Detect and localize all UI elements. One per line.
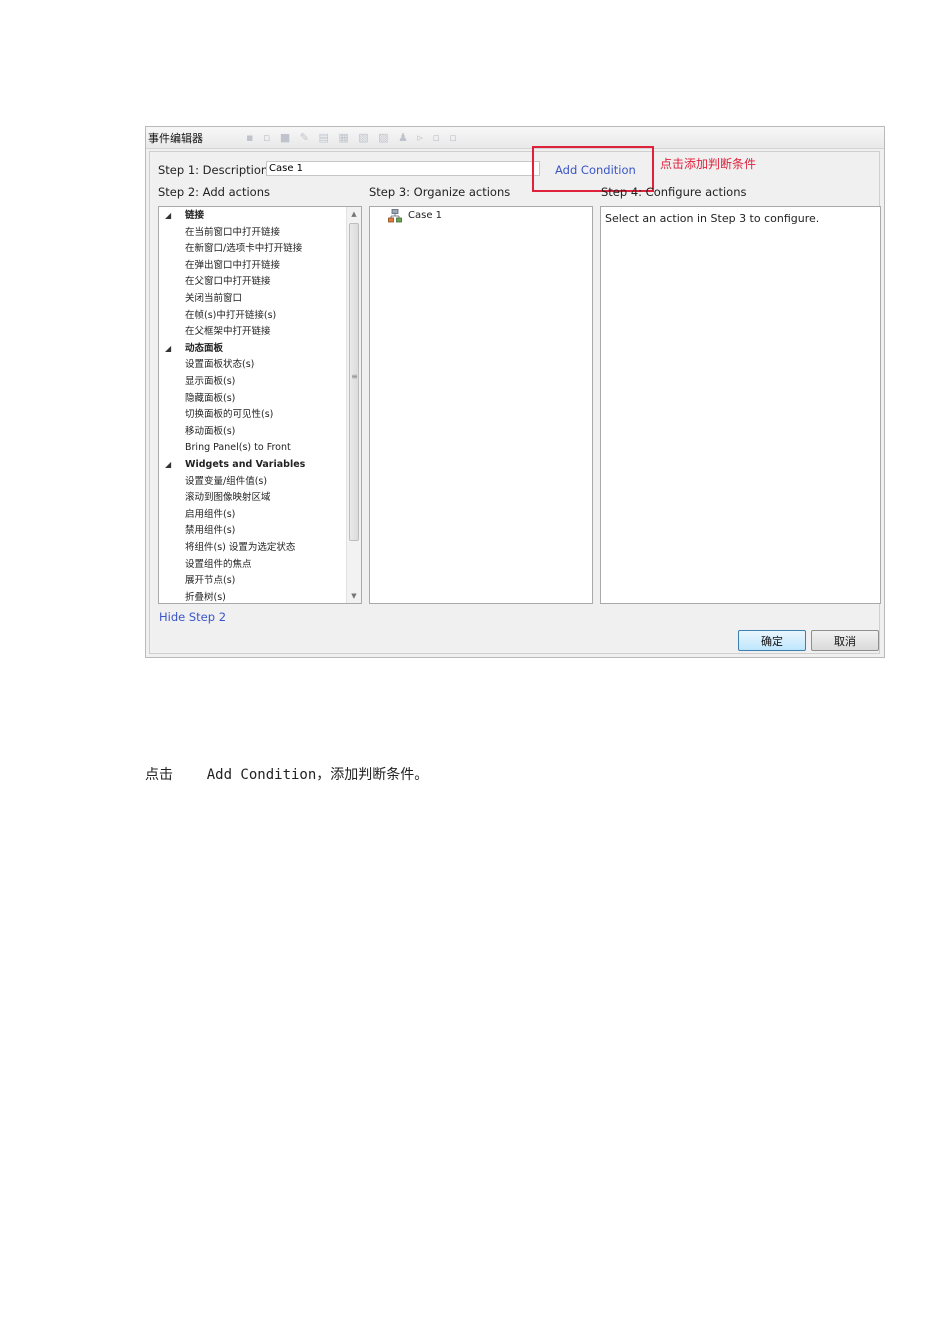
tree-row-label: 设置面板状态(s) — [185, 359, 255, 371]
hide-step2-link[interactable]: Hide Step 2 — [159, 610, 226, 624]
step4-label: Step 4: Configure actions — [601, 185, 747, 199]
tree-row-label: 设置组件的焦点 — [185, 558, 252, 570]
tree-row-label: 链接 — [185, 210, 205, 221]
annotation-hint: 点击添加判断条件 — [660, 157, 757, 171]
cancel-button[interactable]: 取消 — [811, 630, 879, 651]
expand-triangle-icon[interactable]: ◢ — [165, 341, 171, 357]
background-toolbar-ghost: ▪ ▫ ■ ✎ ▤ ▦ ▧ ▨ ♟ ▹ ▫ ▫ — [246, 131, 460, 144]
event-editor-dialog: 事件编辑器 ▪ ▫ ■ ✎ ▤ ▦ ▧ ▨ ♟ ▹ ▫ ▫ Step 1: De… — [145, 126, 885, 658]
expand-triangle-icon[interactable]: ◢ — [165, 457, 171, 473]
organize-actions-panel[interactable]: Case 1 — [369, 206, 593, 604]
case-label: Case 1 — [408, 210, 443, 221]
tree-row-label: 设置变量/组件值(s) — [185, 475, 268, 487]
tree-row-label: Widgets and Variables — [185, 459, 306, 470]
tree-row-label: 滚动到图像映射区域 — [185, 492, 271, 504]
tree-row-label: 展开节点(s) — [185, 575, 236, 587]
tree-row-label: 关闭当前窗口 — [185, 293, 243, 304]
dialog-titlebar[interactable]: 事件编辑器 ▪ ▫ ■ ✎ ▤ ▦ ▧ ▨ ♟ ▹ ▫ ▫ — [146, 127, 884, 149]
ok-button[interactable]: 确定 — [738, 630, 806, 651]
add-condition-link[interactable]: Add Condition — [555, 163, 636, 177]
dialog-body: Step 1: Description Add Condition 点击添加判断… — [149, 146, 881, 654]
actions-tree-panel[interactable]: ◢ 链接在当前窗口中打开链接在新窗口/选项卡中打开链接 在弹出窗口中打开链接 在父窗口… — [158, 206, 362, 604]
tree-row-label: 动态面板 — [185, 342, 224, 354]
tree-row-label: 将组件(s) 设置为选定状态 — [185, 542, 296, 553]
scroll-up-arrow-icon[interactable]: ▲ — [347, 207, 361, 221]
actions-scrollbar[interactable]: ▲ ≡ ▼ — [346, 207, 361, 603]
expand-triangle-icon[interactable]: ◢ — [165, 208, 171, 224]
tree-row-label: 切换面板的可见性(s) — [185, 409, 274, 421]
step3-label: Step 3: Organize actions — [369, 185, 511, 199]
tree-row-label: 显示面板(s) — [185, 376, 236, 387]
tree-row-label: 禁用组件(s) — [185, 525, 236, 537]
tree-row-label: 在当前窗口中打开链接 — [185, 226, 281, 238]
tree-row-label: 在帧(s)中打开链接(s) — [185, 309, 277, 321]
scroll-thumb[interactable]: ≡ — [349, 223, 359, 541]
configure-actions-panel: Select an action in Step 3 to configure. — [600, 206, 881, 604]
configure-message: Select an action in Step 3 to configure. — [605, 212, 820, 225]
tree-row-label: 移动面板(s) — [185, 425, 236, 437]
tree-row-label: 在父框架中打开链接 — [185, 326, 271, 338]
case-node-icon — [388, 209, 402, 223]
tree-row-label: 启用组件(s) — [185, 508, 236, 520]
tree-row-label: 在父窗口中打开链接 — [185, 276, 271, 288]
tree-row-label: Bring Panel(s) to Front — [185, 442, 291, 454]
tree-row-label: 折叠树(s) — [185, 591, 226, 603]
step1-label: Step 1: Description — [158, 163, 269, 177]
description-input[interactable] — [266, 161, 540, 176]
tree-row-label: 在弹出窗口中打开链接 — [185, 259, 281, 271]
step2-label: Step 2: Add actions — [158, 185, 270, 199]
grip-icon: ≡ — [351, 372, 358, 381]
scroll-down-arrow-icon[interactable]: ▼ — [347, 589, 361, 603]
page-caption: 点击 Add Condition，添加判断条件。 — [145, 767, 429, 783]
dialog-title: 事件编辑器 — [148, 132, 203, 145]
tree-row-label: 隐藏面板(s) — [185, 392, 236, 404]
tree-row-label: 在新窗口/选项卡中打开链接 — [185, 243, 303, 255]
